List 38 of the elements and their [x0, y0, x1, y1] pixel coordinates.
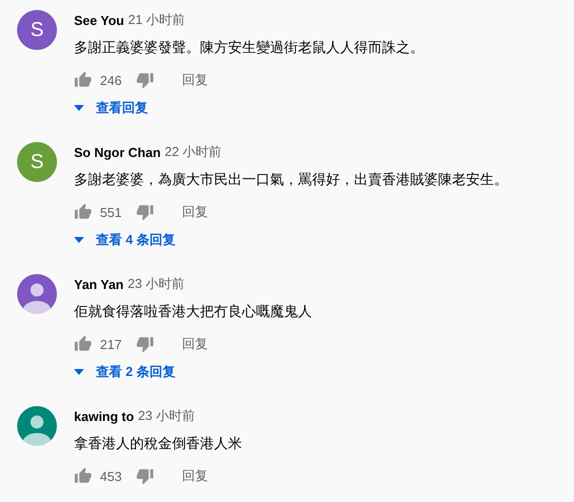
avatar-silhouette-icon[interactable] — [17, 406, 57, 446]
view-replies-link[interactable]: 查看回复 — [74, 96, 148, 120]
comment-text: 多謝老婆婆，為廣大市民出一口氣，罵得好，出賣香港賊婆陳老安生。 — [74, 170, 508, 189]
thumbs-down-icon[interactable] — [136, 71, 154, 89]
avatar-silhouette-icon[interactable] — [17, 274, 57, 314]
reply-button[interactable]: 回复 — [182, 199, 208, 225]
comment-time[interactable]: 22 小时前 — [164, 143, 222, 161]
like-count: 217 — [100, 336, 123, 352]
comment-time[interactable]: 23 小时前 — [128, 275, 185, 293]
thumbs-down-icon[interactable] — [136, 203, 154, 221]
caret-icon — [74, 105, 84, 111]
like-count: 246 — [100, 72, 123, 88]
author-name[interactable]: So Ngor Chan — [74, 144, 161, 160]
like-count: 453 — [100, 468, 123, 484]
thumbs-up-icon[interactable] — [74, 467, 92, 485]
thumbs-up-icon[interactable] — [74, 203, 92, 221]
author-name[interactable]: See You — [74, 12, 124, 28]
comment-text: 佢就食得落啦香港大把冇良心嘅魔鬼人 — [74, 302, 312, 321]
author-name[interactable]: Yan Yan — [74, 276, 124, 292]
thumbs-up-icon[interactable] — [74, 335, 92, 353]
thumbs-down-icon[interactable] — [136, 467, 154, 485]
reply-button[interactable]: 回复 — [182, 463, 208, 489]
author-name[interactable]: kawing to — [74, 408, 134, 424]
comment-text: 拿香港人的稅金倒香港人米 — [74, 434, 242, 453]
thumbs-down-icon[interactable] — [136, 335, 154, 353]
avatar[interactable]: S — [17, 10, 57, 50]
reply-button[interactable]: 回复 — [182, 67, 208, 93]
caret-icon — [74, 369, 84, 375]
avatar[interactable]: S — [17, 142, 57, 182]
reply-button[interactable]: 回复 — [182, 331, 208, 357]
view-replies-link[interactable]: 查看 4 条回复 — [74, 228, 176, 252]
caret-icon — [74, 237, 84, 243]
like-count: 551 — [100, 204, 123, 220]
comment-time[interactable]: 21 小时前 — [128, 11, 186, 29]
comment-text: 多謝正義婆婆發聲。陳方安生變過街老鼠人人得而誅之。 — [74, 38, 424, 57]
thumbs-up-icon[interactable] — [74, 71, 92, 89]
comment-time[interactable]: 23 小时前 — [138, 407, 196, 425]
view-replies-link[interactable]: 查看 2 条回复 — [74, 360, 176, 384]
